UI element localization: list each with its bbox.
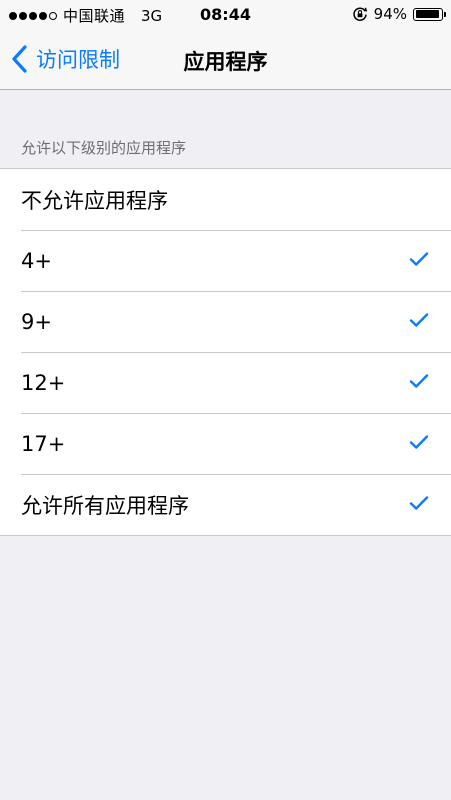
list-item-label: 4+ bbox=[21, 248, 52, 273]
section-header: 允许以下级别的应用程序 bbox=[21, 139, 187, 157]
checkmark-icon bbox=[409, 312, 429, 328]
checkmark-icon bbox=[409, 495, 429, 511]
list-item[interactable]: 12+ bbox=[0, 352, 451, 413]
list-item[interactable]: 9+ bbox=[0, 291, 451, 352]
orientation-lock-icon bbox=[352, 6, 368, 22]
navigation-bar: 访问限制 应用程序 bbox=[0, 30, 451, 90]
list-item[interactable]: 17+ bbox=[0, 413, 451, 474]
list-item[interactable]: 不允许应用程序 bbox=[0, 169, 451, 230]
battery-icon bbox=[413, 7, 446, 21]
list-item-label: 17+ bbox=[21, 431, 66, 456]
status-right: 94% bbox=[352, 5, 446, 23]
list-item[interactable]: 4+ bbox=[0, 230, 451, 291]
battery-tip bbox=[443, 12, 446, 17]
battery-fill bbox=[415, 10, 439, 18]
list-item[interactable]: 允许所有应用程序 bbox=[0, 474, 451, 535]
status-bar: 中国联通 3G 08:44 94% bbox=[0, 0, 451, 30]
checkmark-icon bbox=[409, 434, 429, 450]
checkmark-icon bbox=[409, 251, 429, 267]
list-item-label: 12+ bbox=[21, 370, 66, 395]
checkmark-icon bbox=[409, 373, 429, 389]
rating-list: 不允许应用程序 4+ 9+ 12+ 17+ 允许所有应用程序 bbox=[0, 168, 451, 536]
page-title: 应用程序 bbox=[183, 50, 268, 74]
list-item-label: 允许所有应用程序 bbox=[21, 493, 189, 518]
list-item-label: 9+ bbox=[21, 309, 52, 334]
battery-percent: 94% bbox=[373, 5, 407, 23]
list-item-label: 不允许应用程序 bbox=[21, 188, 168, 213]
